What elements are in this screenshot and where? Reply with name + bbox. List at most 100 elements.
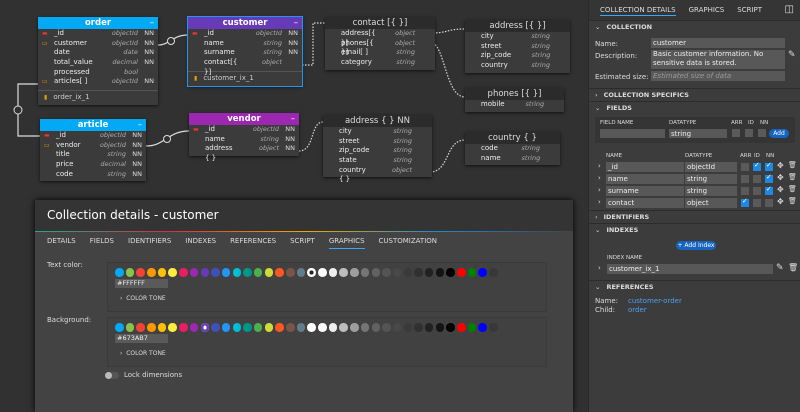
- lock-dimensions-toggle[interactable]: Lock dimensions: [105, 371, 182, 379]
- color-swatch[interactable]: [328, 323, 338, 332]
- field-row[interactable]: contact[{ }] object: [188, 58, 302, 76]
- trash-icon[interactable]: 🗑: [788, 263, 798, 272]
- section-collection-specifics[interactable]: › COLLECTION SPECIFICS: [589, 88, 800, 101]
- field-row[interactable]: ▭ customer objectId NN: [38, 39, 158, 49]
- color-swatch[interactable]: [392, 268, 402, 277]
- color-swatch[interactable]: [286, 268, 295, 277]
- color-swatch[interactable]: [307, 323, 316, 332]
- color-swatch[interactable]: [467, 268, 477, 277]
- entity-country[interactable]: country { } code string name string: [465, 132, 560, 166]
- color-swatch[interactable]: [446, 323, 455, 332]
- field-row[interactable]: name string NN: [188, 39, 302, 49]
- field-row[interactable]: city string: [465, 32, 570, 42]
- trash-icon[interactable]: 🗑: [788, 197, 797, 205]
- description-input[interactable]: Basic customer information. No sensitive…: [651, 50, 785, 69]
- nn-checkbox[interactable]: [765, 161, 773, 171]
- color-swatch[interactable]: [435, 323, 445, 332]
- field-datatype-select[interactable]: string: [685, 174, 737, 184]
- color-swatch[interactable]: [157, 323, 167, 332]
- trash-icon[interactable]: 🗑: [788, 161, 797, 169]
- tab-details[interactable]: DETAILS: [47, 237, 76, 249]
- estimated-size-input[interactable]: Estimated size of data: [651, 71, 785, 81]
- entity-address2[interactable]: address { } NN city string street string zip_…: [323, 115, 432, 183]
- collapse-icon[interactable]: –: [138, 119, 142, 131]
- field-row[interactable]: mobile string: [465, 100, 564, 110]
- collapse-icon[interactable]: –: [150, 17, 154, 29]
- field-row[interactable]: phones[{ }] object: [325, 39, 435, 57]
- entity-header[interactable]: address { } NN: [323, 115, 432, 127]
- ref-child-link[interactable]: order: [628, 306, 647, 314]
- tab-graphics[interactable]: GRAPHICS: [328, 237, 365, 249]
- field-row[interactable]: email[ ] string: [325, 48, 435, 58]
- field-row[interactable]: title string NN: [40, 150, 146, 160]
- field-name-input[interactable]: [600, 129, 665, 138]
- nn-checkbox[interactable]: [765, 173, 773, 183]
- move-icon[interactable]: ✥: [777, 197, 784, 206]
- color-swatch[interactable]: [403, 323, 413, 332]
- field-name-input[interactable]: surname: [606, 186, 684, 196]
- toggle-switch[interactable]: [105, 371, 119, 379]
- expand-field-icon[interactable]: ›: [598, 174, 601, 182]
- arr-checkbox[interactable]: [741, 197, 749, 207]
- color-swatch[interactable]: [253, 268, 263, 277]
- entity-header[interactable]: order –: [38, 17, 158, 29]
- color-swatch[interactable]: [478, 268, 487, 277]
- datatype-select[interactable]: string: [669, 129, 727, 138]
- index-name-input[interactable]: customer_ix_1: [607, 264, 773, 274]
- ref-name-link[interactable]: customer-order: [628, 297, 682, 305]
- entity-order[interactable]: order – ▬ _id objectId NN ▭ customer objectId NN d…: [38, 17, 158, 106]
- color-swatch[interactable]: [489, 268, 498, 277]
- color-swatch[interactable]: [253, 323, 263, 332]
- field-row[interactable]: price decimal NN: [40, 160, 146, 170]
- color-swatch[interactable]: [424, 268, 434, 277]
- color-swatch[interactable]: [339, 268, 348, 277]
- expand-index-icon[interactable]: ›: [598, 264, 601, 272]
- color-swatch[interactable]: [221, 323, 231, 332]
- field-row[interactable]: ▬ _id objectId NN: [189, 125, 299, 135]
- nn-checkbox[interactable]: [765, 185, 773, 195]
- nn-checkbox[interactable]: [765, 199, 773, 207]
- entity-customer[interactable]: customer – ▬ _id objectId NN name string NN surna…: [187, 16, 303, 87]
- color-swatch[interactable]: [286, 323, 295, 332]
- tab-customization[interactable]: CUSTOMIZATION: [379, 237, 437, 249]
- color-swatch[interactable]: [243, 268, 252, 277]
- field-name-input[interactable]: contact: [606, 198, 684, 208]
- color-swatch[interactable]: [136, 323, 145, 332]
- field-row[interactable]: country string: [465, 61, 570, 71]
- field-row[interactable]: name string: [465, 154, 560, 164]
- field-row[interactable]: date date NN: [38, 48, 158, 58]
- field-row[interactable]: street string: [323, 137, 432, 147]
- entity-header[interactable]: contact [{ }]: [325, 17, 435, 29]
- entity-index[interactable]: ▮ order_ix_1: [38, 90, 158, 103]
- field-name-input[interactable]: name: [606, 174, 684, 184]
- color-swatch[interactable]: [189, 323, 199, 332]
- field-row[interactable]: ▬ _id objectId NN: [38, 29, 158, 39]
- tab-script[interactable]: SCRIPT: [737, 6, 762, 20]
- move-icon[interactable]: ✥: [777, 161, 784, 170]
- text-color-tone-toggle[interactable]: › COLOR TONE: [120, 295, 546, 302]
- color-swatch[interactable]: [350, 268, 359, 277]
- background-color-tone-toggle[interactable]: › COLOR TONE: [120, 350, 546, 357]
- expand-field-icon[interactable]: ›: [598, 162, 601, 170]
- field-row[interactable]: ▭ articles[ ] objectId NN: [38, 77, 158, 87]
- field-row[interactable]: surname string NN: [188, 48, 302, 58]
- color-swatch[interactable]: [115, 323, 124, 332]
- name-input[interactable]: customer: [651, 38, 785, 48]
- id-checkbox[interactable]: [753, 187, 761, 195]
- color-swatch[interactable]: [457, 323, 466, 332]
- color-swatch[interactable]: [307, 268, 316, 277]
- color-swatch[interactable]: [168, 268, 177, 277]
- field-row[interactable]: ▭ vendor objectId NN: [40, 141, 146, 151]
- color-swatch[interactable]: [414, 323, 423, 332]
- entity-index[interactable]: ▮ customer_ix_1: [188, 70, 302, 84]
- color-swatch[interactable]: [360, 323, 370, 332]
- arr-checkbox[interactable]: [732, 129, 740, 137]
- color-swatch[interactable]: [478, 323, 487, 332]
- edit-icon[interactable]: ✎: [776, 263, 784, 273]
- field-row[interactable]: ▬ _id objectId NN: [40, 131, 146, 141]
- field-row[interactable]: code string NN: [40, 170, 146, 180]
- id-checkbox[interactable]: [745, 129, 753, 137]
- field-row[interactable]: city string: [323, 127, 432, 137]
- field-row[interactable]: address { } object NN: [189, 144, 299, 162]
- color-swatch[interactable]: [179, 268, 188, 277]
